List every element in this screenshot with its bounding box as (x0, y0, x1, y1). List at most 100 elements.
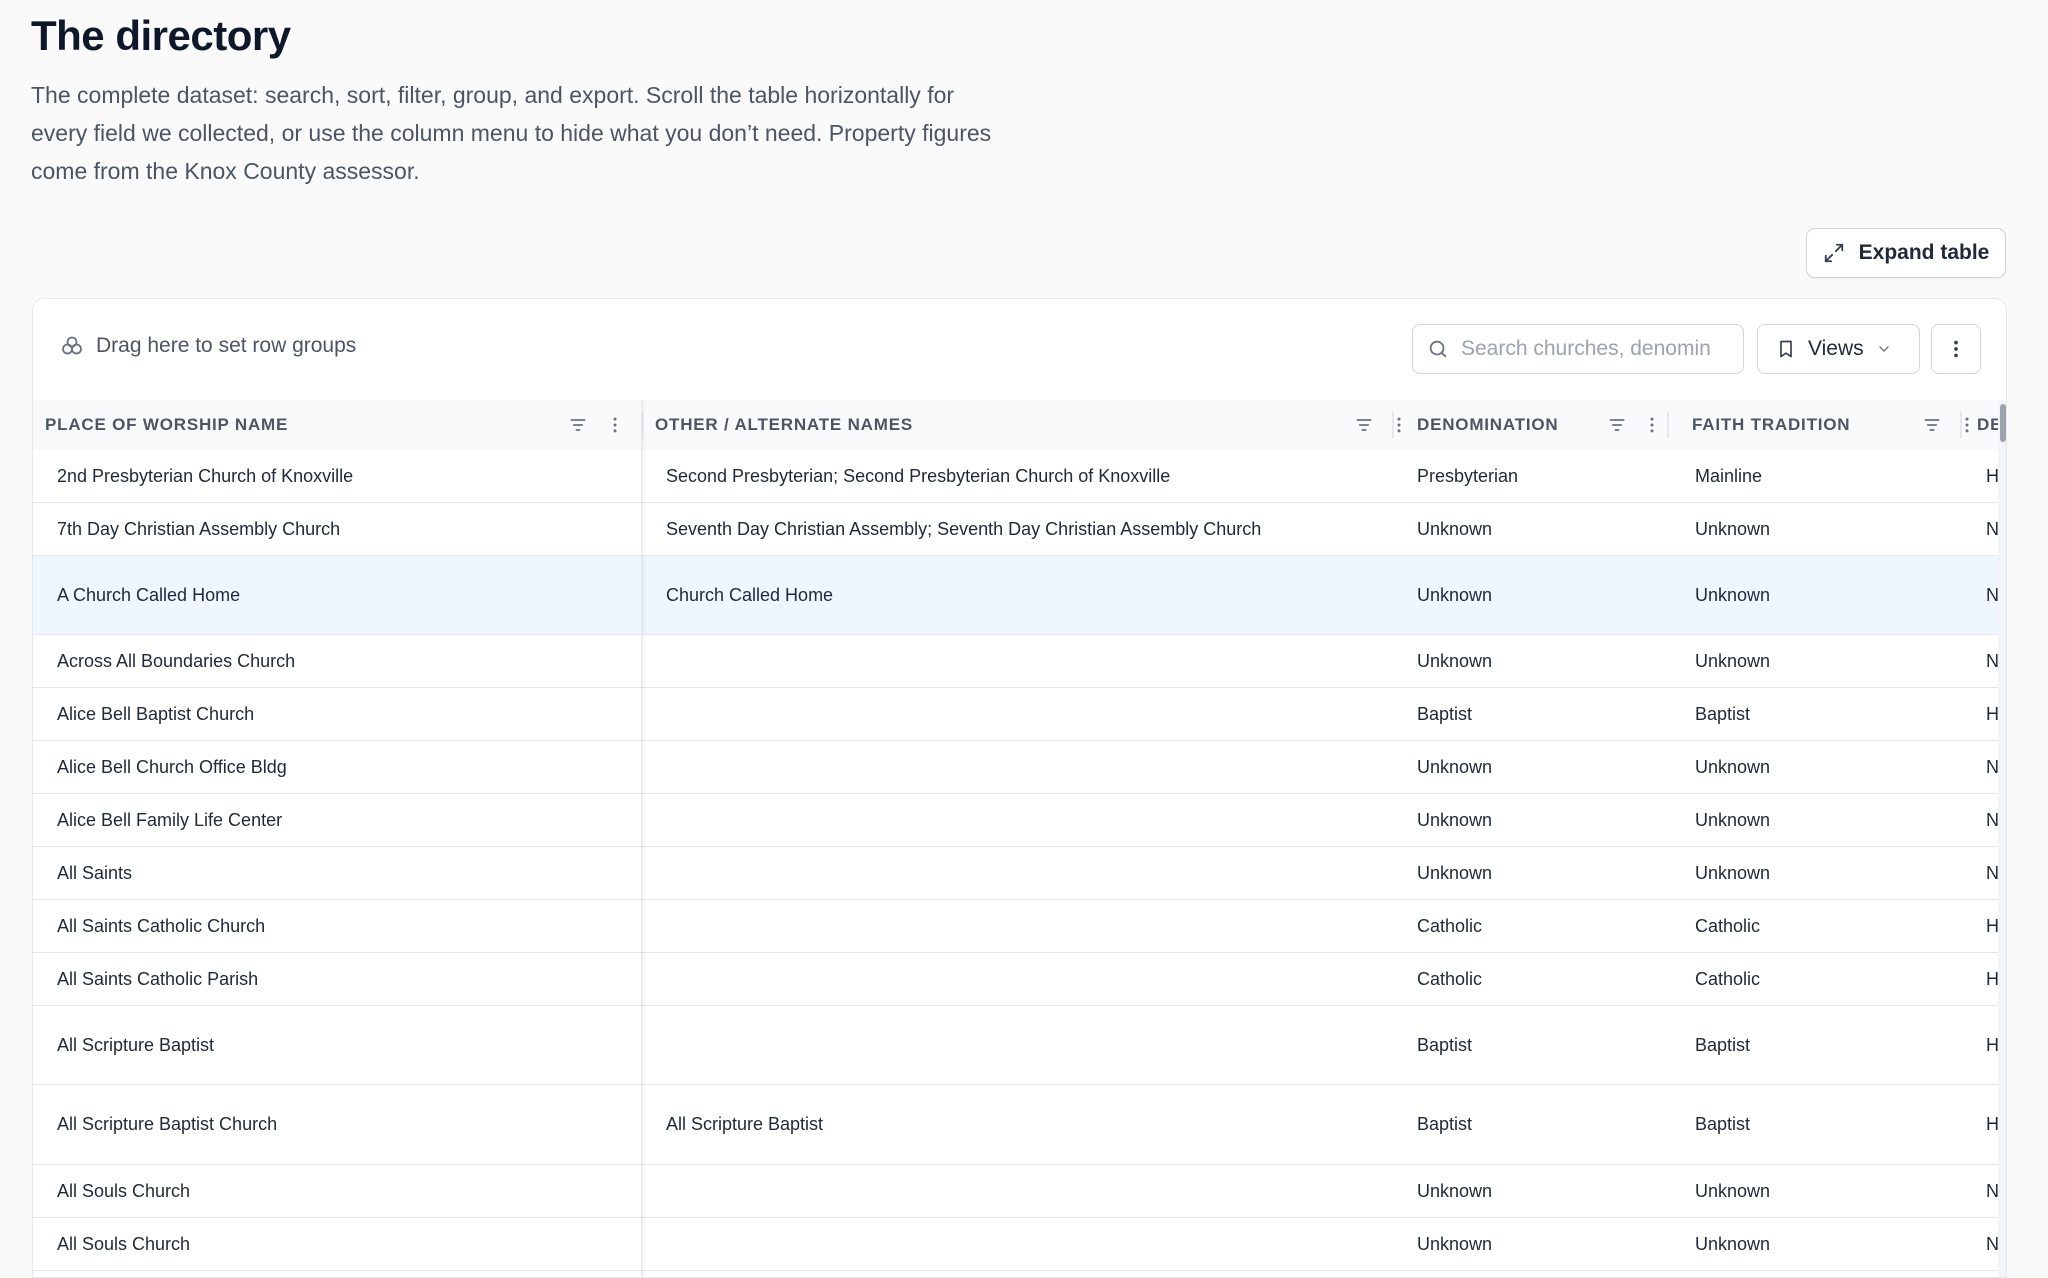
table-row[interactable]: All Scripture Baptist Baptist Baptist H (33, 1006, 1999, 1085)
cell-tradition[interactable]: Unknown (1695, 635, 1770, 687)
cell-denom[interactable]: Baptist (1417, 1006, 1472, 1084)
column-header-label: PLACE OF WORSHIP NAME (45, 415, 289, 434)
expand-table-label: Expand table (1858, 241, 1990, 264)
table-row[interactable]: All Saints Catholic Parish Catholic Cathol… (33, 953, 1999, 1006)
table-row[interactable]: All Souls Church Unknown Unknown N (33, 1165, 1999, 1218)
filter-icon[interactable] (1354, 415, 1374, 435)
column-menu-icon[interactable] (1642, 415, 1662, 435)
cell-tradition[interactable]: Baptist (1695, 688, 1750, 740)
cell-denom[interactable]: Unknown (1417, 794, 1492, 846)
cell-denom[interactable]: Unknown (1417, 556, 1492, 634)
row-group-drop-zone[interactable]: Drag here to set row groups (60, 334, 356, 358)
cell-tradition[interactable]: Unknown (1695, 794, 1770, 846)
table-row[interactable]: 2nd Presbyterian Church of Knoxville Seco… (33, 450, 1999, 503)
table-row[interactable]: Alice Bell Baptist Church Baptist Baptist H (33, 688, 1999, 741)
cell-tradition[interactable]: Unknown (1695, 1218, 1770, 1270)
views-button[interactable]: Views (1757, 324, 1920, 374)
cell-tradition[interactable]: Catholic (1695, 900, 1760, 952)
cell-tradition[interactable]: Unknown (1695, 1165, 1770, 1217)
directory-grid: Drag here to set row groups Views PLACE (32, 298, 2007, 1278)
cell-tradition[interactable]: Baptist (1695, 1085, 1750, 1164)
cell-name[interactable]: All Scripture Baptist (57, 1006, 214, 1084)
cell-tradition[interactable]: Unknown (1695, 741, 1770, 793)
cell-denom[interactable]: Unknown (1417, 1218, 1492, 1270)
column-resize-handle[interactable] (1667, 412, 1669, 438)
table-row[interactable]: Alice Bell Family Life Center Unknown Unkn… (33, 794, 1999, 847)
cell-tradition[interactable]: Mainline (1695, 450, 1762, 502)
cell-name[interactable]: All Scripture Baptist Church (57, 1085, 277, 1164)
table-row[interactable]: All Saints Unknown Unknown N (33, 847, 1999, 900)
cell-name[interactable]: All Saints Catholic Parish (57, 953, 258, 1005)
table-row[interactable]: A Church Called Home Church Called Home Un… (33, 556, 1999, 635)
filter-icon[interactable] (568, 415, 588, 435)
grid-toolbar: Drag here to set row groups Views (33, 299, 2006, 401)
cell-denom[interactable]: Baptist (1417, 1085, 1472, 1164)
table-row[interactable]: All Saints Catholic Church Catholic Cathol… (33, 900, 1999, 953)
grid-menu-button[interactable] (1931, 324, 1981, 374)
pinned-column-divider (641, 400, 646, 1277)
column-header-alternate-names[interactable]: OTHER / ALTERNATE NAMES (643, 400, 1426, 450)
cell-alt[interactable]: Seventh Day Christian Assembly; Seventh … (666, 503, 1261, 555)
cell-name[interactable]: All Saints Catholic Church (57, 900, 265, 952)
filter-icon[interactable] (1607, 415, 1627, 435)
cell-name[interactable]: All Saints (57, 847, 132, 899)
column-header-faith-tradition[interactable]: FAITH TRADITION (1680, 400, 1970, 450)
scrollbar-thumb[interactable] (2000, 404, 2006, 442)
search-box[interactable] (1412, 324, 1744, 374)
cell-tradition[interactable]: Unknown (1695, 847, 1770, 899)
cell-alt[interactable]: All Scripture Baptist (666, 1085, 823, 1164)
table-row[interactable]: Across All Boundaries Church Unknown Unkno… (33, 635, 1999, 688)
cell-name[interactable]: 2nd Presbyterian Church of Knoxville (57, 450, 353, 502)
views-label: Views (1808, 337, 1864, 360)
cell-name[interactable]: Across All Boundaries Church (57, 635, 295, 687)
cell-denom[interactable]: Baptist (1417, 688, 1472, 740)
cell-name[interactable]: Alice Bell Family Life Center (57, 794, 282, 846)
table-row[interactable]: Alice Bell Church Office Bldg Unknown Unkn… (33, 741, 1999, 794)
table-row[interactable]: All Scripture Baptist Church All Scriptur… (33, 1085, 1999, 1165)
cell-denom[interactable]: Unknown (1417, 741, 1492, 793)
cell-denom[interactable]: Unknown (1417, 503, 1492, 555)
cell-denom[interactable]: Catholic (1417, 900, 1482, 952)
cell-tradition[interactable]: Baptist (1695, 1006, 1750, 1084)
cell-name[interactable]: Alice Bell Church Office Bldg (57, 741, 287, 793)
cell-denom[interactable]: Unknown (1417, 847, 1492, 899)
cell-name[interactable]: Alice Bell Baptist Church (57, 688, 254, 740)
vertical-scrollbar[interactable] (1998, 400, 2006, 1277)
cell-tradition[interactable]: Catholic (1695, 953, 1760, 1005)
cell-tradition[interactable]: Unknown (1695, 503, 1770, 555)
bookmark-icon (1780, 340, 1792, 358)
row-group-hint: Drag here to set row groups (96, 334, 357, 357)
chevron-down-icon (1878, 346, 1889, 352)
cell-denom[interactable]: Unknown (1417, 1165, 1492, 1217)
filter-icon[interactable] (1922, 415, 1942, 435)
column-header-name[interactable]: PLACE OF WORSHIP NAME (33, 400, 643, 450)
cell-tradition[interactable]: Unknown (1695, 556, 1770, 634)
column-resize-handle[interactable] (1960, 412, 1962, 438)
column-menu-icon[interactable] (605, 415, 625, 435)
expand-icon (1824, 243, 1843, 263)
cell-denom[interactable]: Presbyterian (1417, 450, 1518, 502)
expand-table-button[interactable]: Expand table (1806, 228, 2006, 278)
table-row[interactable]: 7th Day Christian Assembly Church Seventh… (33, 503, 1999, 556)
row-group-icon (62, 336, 82, 355)
column-header-label: FAITH TRADITION (1692, 415, 1851, 434)
cell-denom[interactable]: Catholic (1417, 953, 1482, 1005)
column-header-denomination[interactable]: DENOMINATION (1405, 400, 1675, 450)
column-header-label: DENOMINATION (1417, 415, 1559, 434)
column-menu-icon[interactable] (1957, 415, 1970, 435)
table-row[interactable]: All Souls Church Unknown Unknown N (33, 1218, 1999, 1271)
page-title: The directory (31, 12, 291, 59)
cell-alt[interactable]: Second Presbyterian; Second Presbyterian… (666, 450, 1170, 502)
cell-name[interactable]: All Souls Church (57, 1218, 190, 1270)
column-resize-handle[interactable] (1392, 412, 1394, 438)
more-vertical-icon (1954, 340, 1958, 358)
search-icon (1429, 340, 1447, 358)
column-header-partial[interactable]: DE (1973, 400, 1998, 450)
cell-name[interactable]: 7th Day Christian Assembly Church (57, 503, 340, 555)
cell-name[interactable]: A Church Called Home (57, 556, 240, 634)
cell-name[interactable]: All Souls Church (57, 1165, 190, 1217)
cell-denom[interactable]: Unknown (1417, 635, 1492, 687)
cell-alt[interactable]: Church Called Home (666, 556, 833, 634)
search-input[interactable] (1459, 336, 1713, 362)
column-header-row: PLACE OF WORSHIP NAME OTHER / ALTERNATE … (33, 400, 1998, 451)
